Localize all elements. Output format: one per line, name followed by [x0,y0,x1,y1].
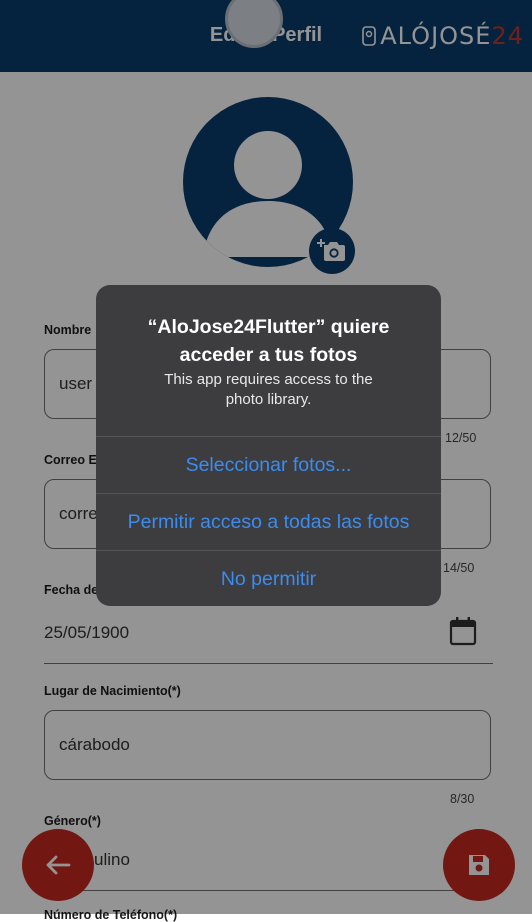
deny-button[interactable]: No permitir [96,550,441,606]
select-photos-button[interactable]: Seleccionar fotos... [96,436,441,493]
photo-permission-dialog: “AloJose24Flutter” quiere acceder a tus … [96,285,441,606]
dialog-title: “AloJose24Flutter” quiere acceder a tus … [147,316,390,366]
dialog-message: This app requires access to the photo li… [164,371,373,408]
allow-all-photos-button[interactable]: Permitir acceso a todas las fotos [96,493,441,550]
